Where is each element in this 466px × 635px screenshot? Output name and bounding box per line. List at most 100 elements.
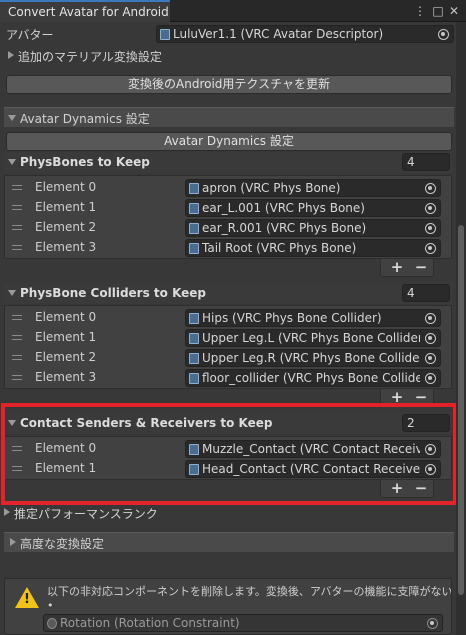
- warning-helpbox: ! 以下の非対応コンポーネントを削除します。変換後、アバターの機能に支障がないか…: [4, 578, 452, 635]
- drag-handle-icon[interactable]: [12, 355, 22, 360]
- avatar-field[interactable]: LuluVer1.1 (VRC Avatar Descriptor): [156, 25, 454, 43]
- advanced-settings-label: 高度な変換設定: [20, 537, 105, 551]
- component-icon: [189, 353, 199, 364]
- foldout-arrow-icon: [8, 159, 16, 165]
- element-label: Element 1: [35, 330, 97, 344]
- drag-handle-icon[interactable]: [12, 335, 22, 340]
- drag-handle-icon[interactable]: [12, 225, 22, 230]
- element-value: ear_R.001 (VRC Phys Bone): [202, 221, 367, 235]
- object-picker-icon[interactable]: [438, 29, 449, 40]
- element-label: Element 0: [35, 180, 97, 194]
- element-field[interactable]: Upper Leg.L (VRC Phys Bone Collider): [185, 329, 441, 347]
- maximize-icon[interactable]: □: [430, 3, 446, 19]
- list-item: Element 1 ear_L.001 (VRC Phys Bone): [5, 198, 451, 218]
- element-value: Hips (VRC Phys Bone Collider): [202, 311, 382, 325]
- element-value: Tail Root (VRC Phys Bone): [202, 241, 357, 255]
- object-picker-icon[interactable]: [425, 183, 436, 194]
- component-icon: [189, 243, 199, 254]
- object-picker-icon[interactable]: [425, 243, 436, 254]
- object-picker-icon[interactable]: [425, 353, 436, 364]
- kebab-menu-icon[interactable]: ⋮: [412, 3, 428, 19]
- drag-handle-icon[interactable]: [12, 185, 22, 190]
- element-field[interactable]: ear_R.001 (VRC Phys Bone): [185, 219, 441, 237]
- physbones-list-header[interactable]: PhysBones to Keep 4: [4, 152, 452, 173]
- element-label: Element 2: [35, 220, 97, 234]
- avatar-value: LuluVer1.1 (VRC Avatar Descriptor): [173, 27, 384, 41]
- avatar-row: アバター LuluVer1.1 (VRC Avatar Descriptor): [0, 24, 456, 44]
- element-value: floor_collider (VRC Phys Bone Collider): [202, 371, 420, 385]
- add-element-button[interactable]: +: [387, 258, 407, 276]
- foldout-arrow-icon: [4, 508, 10, 516]
- list-item: Element 3 Tail Root (VRC Phys Bone): [5, 238, 451, 258]
- element-label: Element 2: [35, 350, 97, 364]
- physbones-list-footer: + −: [380, 258, 434, 277]
- warning-message: 以下の非対応コンポーネントを削除します。変換後、アバターの機能に支障がないか確認…: [47, 585, 451, 598]
- component-icon: [189, 203, 199, 214]
- element-label: Element 0: [35, 310, 97, 324]
- scrollbar-thumb[interactable]: [458, 225, 464, 595]
- list-item: Element 0 apron (VRC Phys Bone): [5, 178, 451, 198]
- foldout-arrow-icon: [10, 538, 16, 546]
- removed-component-field[interactable]: Rotation (Rotation Constraint): [43, 614, 443, 632]
- colliders-count-input[interactable]: 4: [402, 284, 450, 302]
- drag-handle-icon[interactable]: [12, 315, 22, 320]
- object-picker-icon[interactable]: [425, 313, 436, 324]
- object-picker-icon[interactable]: [425, 223, 436, 234]
- object-picker-icon[interactable]: [425, 333, 436, 344]
- highlight-box: [1, 403, 457, 505]
- colliders-title: PhysBone Colliders to Keep: [20, 286, 207, 300]
- element-value: apron (VRC Phys Bone): [202, 181, 341, 195]
- performance-rank-foldout[interactable]: 推定パフォーマンスランク: [0, 503, 456, 523]
- foldout-arrow-icon: [8, 290, 16, 296]
- component-icon: [160, 29, 170, 40]
- list-item: Element 3 floor_collider (VRC Phys Bone …: [5, 368, 451, 388]
- element-field[interactable]: Upper Leg.R (VRC Phys Bone Collider): [185, 349, 441, 367]
- warning-bullet: •: [47, 599, 54, 612]
- component-icon: [189, 183, 199, 194]
- element-field[interactable]: ear_L.001 (VRC Phys Bone): [185, 199, 441, 217]
- drag-handle-icon[interactable]: [12, 245, 22, 250]
- foldout-arrow-icon: [8, 115, 16, 121]
- close-icon[interactable]: ✕: [446, 3, 462, 19]
- vertical-scrollbar[interactable]: [456, 22, 466, 635]
- object-picker-icon[interactable]: [425, 203, 436, 214]
- avatar-dynamics-section[interactable]: Avatar Dynamics 設定: [4, 107, 454, 127]
- list-item: Element 1 Upper Leg.L (VRC Phys Bone Col…: [5, 328, 451, 348]
- object-picker-icon[interactable]: [425, 373, 436, 384]
- window-title: Convert Avatar for Android: [8, 5, 169, 19]
- element-label: Element 3: [35, 370, 97, 384]
- physbones-count-input[interactable]: 4: [402, 153, 450, 171]
- component-icon: [189, 223, 199, 234]
- component-icon: [189, 313, 199, 324]
- removed-component-value: Rotation (Rotation Constraint): [60, 616, 240, 630]
- element-field[interactable]: Hips (VRC Phys Bone Collider): [185, 309, 441, 327]
- update-textures-button[interactable]: 変換後のAndroid用テクスチャを更新: [6, 75, 452, 94]
- element-label: Element 1: [35, 200, 97, 214]
- component-icon: [189, 333, 199, 344]
- warning-icon-mark: !: [24, 592, 30, 607]
- performance-rank-label: 推定パフォーマンスランク: [14, 507, 158, 521]
- remove-element-button[interactable]: −: [411, 258, 431, 276]
- extra-materials-foldout[interactable]: 追加のマテリアル変換設定: [0, 46, 456, 66]
- physbones-list: Element 0 apron (VRC Phys Bone) Element …: [4, 175, 452, 259]
- drag-handle-icon[interactable]: [12, 375, 22, 380]
- colliders-list-header[interactable]: PhysBone Colliders to Keep 4: [4, 283, 452, 304]
- avatar-dynamics-button[interactable]: Avatar Dynamics 設定: [6, 132, 452, 151]
- advanced-settings-section[interactable]: 高度な変換設定: [4, 532, 454, 552]
- element-field[interactable]: floor_collider (VRC Phys Bone Collider): [185, 369, 441, 387]
- element-value: Upper Leg.L (VRC Phys Bone Collider): [202, 331, 420, 345]
- warning-text: 以下の非対応コンポーネントを削除します。変換後、アバターの機能に支障がないか確認…: [47, 585, 451, 613]
- drag-handle-icon[interactable]: [12, 205, 22, 210]
- constraint-icon: [47, 618, 57, 629]
- window-tab[interactable]: Convert Avatar for Android: [0, 0, 170, 22]
- physbones-title: PhysBones to Keep: [20, 155, 150, 169]
- avatar-dynamics-section-label: Avatar Dynamics 設定: [20, 112, 150, 126]
- element-field[interactable]: apron (VRC Phys Bone): [185, 179, 441, 197]
- avatar-label: アバター: [6, 28, 54, 42]
- object-picker-icon[interactable]: [427, 618, 438, 629]
- list-item: Element 2 Upper Leg.R (VRC Phys Bone Col…: [5, 348, 451, 368]
- element-field[interactable]: Tail Root (VRC Phys Bone): [185, 239, 441, 257]
- colliders-list: Element 0 Hips (VRC Phys Bone Collider) …: [4, 305, 452, 389]
- element-value: Upper Leg.R (VRC Phys Bone Collider): [202, 351, 420, 365]
- list-item: Element 2 ear_R.001 (VRC Phys Bone): [5, 218, 451, 238]
